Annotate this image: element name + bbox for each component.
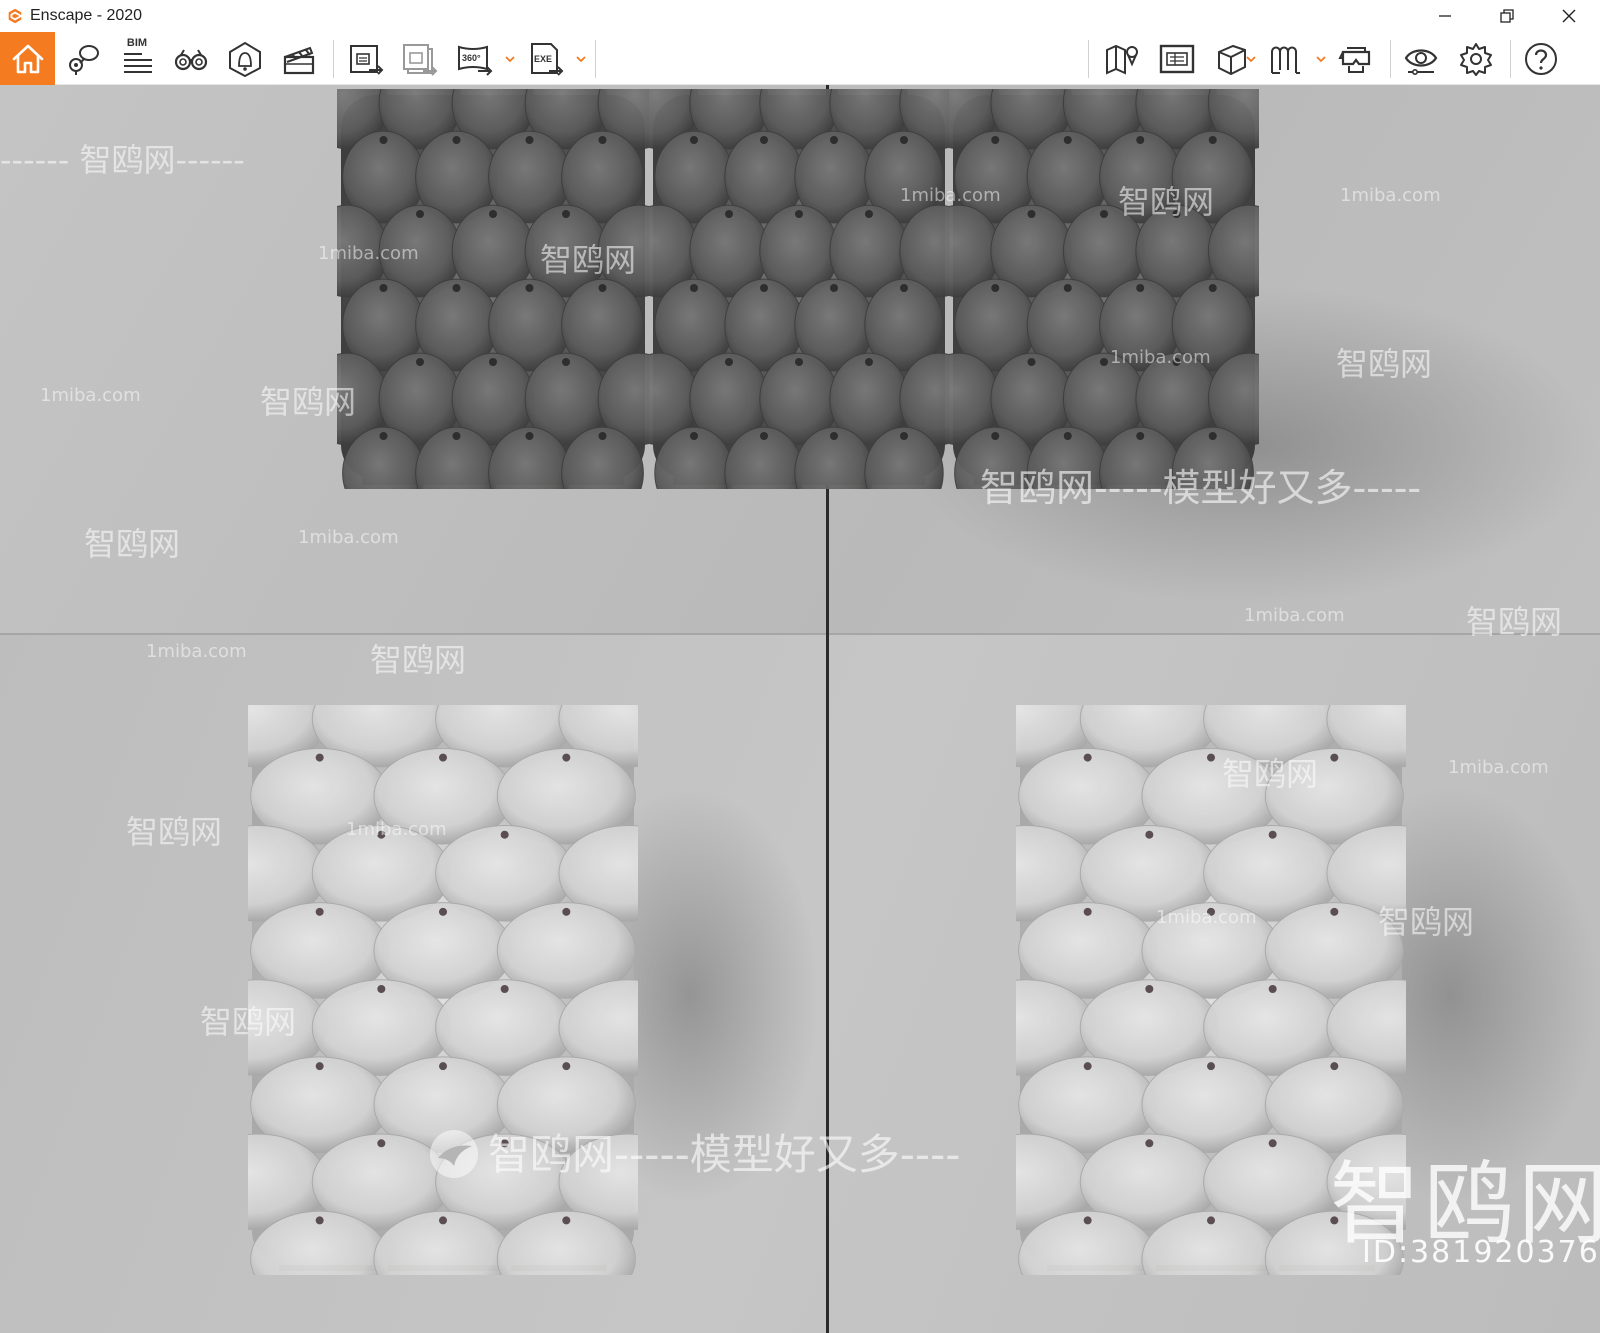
- watermark-text: 智鸥网: [370, 641, 467, 679]
- video-editor-button[interactable]: [276, 36, 322, 82]
- panorama-dropdown-chevron-icon[interactable]: [504, 54, 516, 64]
- vr-headset-icon: [1338, 47, 1371, 73]
- watermark-text: 1miba.com: [1156, 907, 1257, 928]
- sound-icon: [229, 41, 261, 78]
- watermark-text: 1miba.com: [1448, 757, 1549, 778]
- map-icon: [1106, 44, 1138, 75]
- toolbar-separator: [1390, 40, 1391, 78]
- watermark-text: 智鸥网: [1336, 345, 1433, 383]
- home-icon: [12, 44, 43, 73]
- map-button[interactable]: [1099, 36, 1145, 82]
- batch-export-icon: [403, 44, 438, 76]
- settings-button[interactable]: [1453, 36, 1499, 82]
- exe-export-button[interactable]: EXE: [523, 36, 569, 82]
- tufted-ottoman-graphic: [619, 85, 979, 520]
- watermark-text: 智鸥网: [260, 383, 357, 421]
- toolbar-separator: [595, 40, 596, 78]
- watermark-text: 1miba.com: [298, 527, 399, 548]
- watermark-id: ID:381920376: [1362, 1235, 1600, 1270]
- asset-library-icon: [1159, 44, 1195, 74]
- window-title: Enscape - 2020: [30, 7, 143, 24]
- watermark-text: 1miba.com: [146, 641, 247, 662]
- vr-headset-button[interactable]: [1333, 36, 1379, 82]
- help-icon: [1525, 43, 1557, 75]
- toolbar-separator: [1088, 40, 1089, 78]
- floor-seam-horizontal: [0, 633, 1600, 635]
- screenshot-export-button[interactable]: [343, 36, 389, 82]
- title-bar: Enscape - 2020: [0, 0, 1600, 32]
- home-button[interactable]: [0, 32, 55, 85]
- settings-gear-icon: [1460, 43, 1492, 76]
- render-viewport[interactable]: ------ 智鸥网------ 1miba.com 1miba.com 智鸥网…: [0, 85, 1600, 1333]
- bim-button[interactable]: BIM: [114, 36, 160, 82]
- watermark-text: 1miba.com: [1244, 605, 1345, 626]
- watermark-text: 智鸥网: [1118, 183, 1215, 221]
- exe-export-icon: EXE: [531, 43, 564, 76]
- watermark-text: 1miba.com: [346, 819, 447, 840]
- watermark-bird-logo-icon: [430, 1130, 478, 1178]
- vr-button[interactable]: [1263, 36, 1309, 82]
- batch-export-button[interactable]: [397, 36, 443, 82]
- watermark-text: 智鸥网: [126, 813, 223, 851]
- sound-button[interactable]: [222, 36, 268, 82]
- toolbar-separator: [1510, 40, 1511, 78]
- watermark-text: 1miba.com: [318, 243, 419, 264]
- restore-icon: [1500, 9, 1514, 23]
- visibility-icon: [1404, 49, 1438, 75]
- watermark-slogan: 智鸥网-----模型好又多----: [488, 1130, 961, 1179]
- binoculars-button[interactable]: [168, 36, 214, 82]
- watermark-text: 智鸥网: [540, 241, 637, 279]
- panorama-export-icon: 360°: [458, 45, 493, 76]
- toolbar-separator: [333, 40, 334, 78]
- watermark-text: 1miba.com: [1340, 185, 1441, 206]
- minimize-button[interactable]: [1414, 0, 1476, 32]
- main-toolbar: BIM 360° EXE: [0, 32, 1600, 112]
- binoculars-icon: [174, 49, 208, 71]
- capture-view-button[interactable]: [60, 36, 106, 82]
- help-button[interactable]: [1518, 36, 1564, 82]
- panorama-export-button[interactable]: 360°: [452, 36, 498, 82]
- visibility-button[interactable]: [1398, 36, 1444, 82]
- window-controls: [1414, 0, 1600, 32]
- vr-dropdown-chevron-icon[interactable]: [1315, 54, 1327, 64]
- light-ottoman-left: [188, 670, 698, 1308]
- tufted-ottoman-graphic: [305, 85, 681, 520]
- watermark-slogan: 智鸥网-----模型好又多-----: [980, 466, 1422, 510]
- exe-dropdown-chevron-icon[interactable]: [575, 54, 587, 64]
- dark-ottoman-3: [917, 85, 1291, 520]
- close-button[interactable]: [1538, 0, 1600, 32]
- capture-view-icon: [69, 45, 99, 75]
- asset-library-button[interactable]: [1154, 36, 1200, 82]
- exe-label: EXE: [534, 54, 552, 64]
- restore-button[interactable]: [1476, 0, 1538, 32]
- minimize-icon: [1439, 15, 1451, 17]
- watermark-text: 1miba.com: [900, 185, 1001, 206]
- watermark-text: 智鸥网: [84, 525, 181, 563]
- watermark-text: 智鸥网: [1378, 903, 1475, 941]
- tufted-ottoman-graphic: [188, 670, 698, 1308]
- close-icon: [1562, 9, 1576, 23]
- dark-ottoman-2: [619, 85, 979, 520]
- enscape-window: Enscape - 2020 BIM 360° EXE ------ 智鸥网--…: [0, 0, 1600, 1333]
- clapperboard-icon: [283, 46, 315, 75]
- watermark-text: 智鸥网: [1466, 603, 1563, 641]
- cube-dropdown-chevron-icon[interactable]: [1245, 54, 1257, 64]
- dark-ottoman-1: [305, 85, 681, 520]
- vr-icon: [1271, 46, 1300, 74]
- enscape-logo-icon: [8, 8, 22, 24]
- screenshot-export-icon: [350, 45, 384, 75]
- watermark-text: 智鸥网: [200, 1003, 297, 1041]
- watermark-text: 1miba.com: [40, 385, 141, 406]
- watermark-text: 1miba.com: [1110, 347, 1211, 368]
- bim-label: BIM: [126, 37, 148, 49]
- watermark-text: 智鸥网: [1222, 755, 1319, 793]
- tufted-ottoman-graphic: [917, 85, 1291, 520]
- watermark-text: ------ 智鸥网------: [0, 141, 245, 179]
- panorama-label: 360°: [462, 53, 481, 63]
